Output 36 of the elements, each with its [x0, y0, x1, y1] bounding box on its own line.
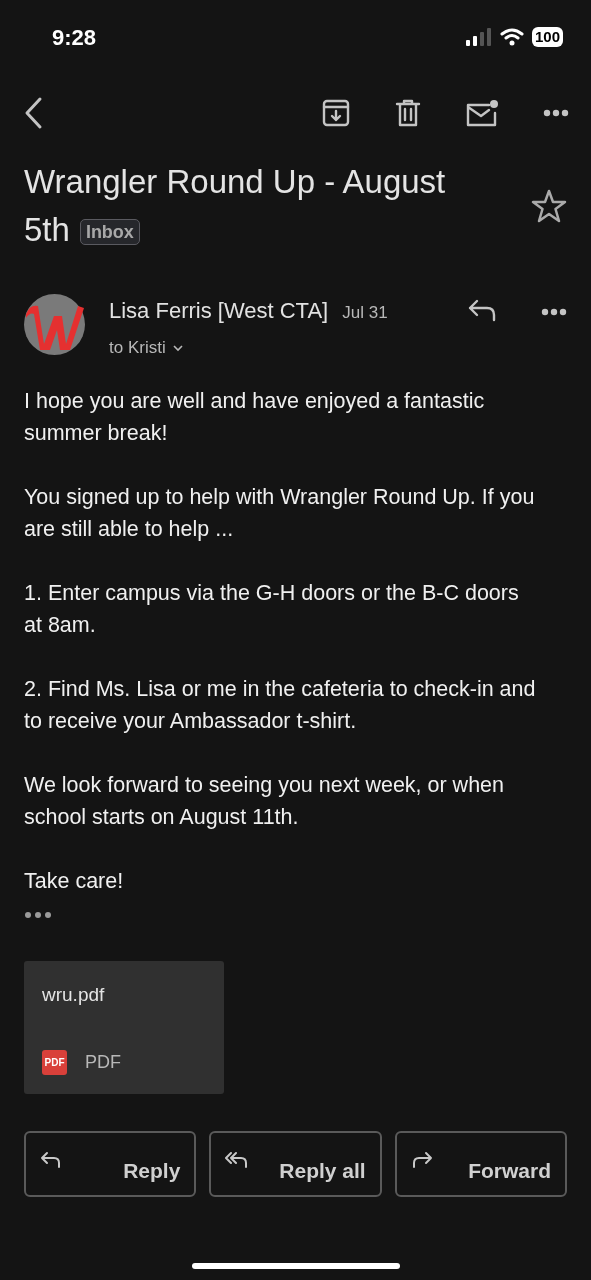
- action-button[interactable]: Reply all: [209, 1130, 382, 1197]
- email-date: Jul 31: [342, 302, 388, 324]
- reply-icon[interactable]: [467, 298, 497, 322]
- attachment-type: PDF: [85, 1050, 121, 1074]
- more-icon[interactable]: [543, 109, 569, 117]
- email-paragraph: 1. Enter campus via the G-H doors or the B-C doors at 8am.: [24, 579, 520, 639]
- action-button[interactable]: Forward: [394, 1130, 567, 1197]
- reply-all-icon: [225, 1150, 250, 1169]
- recipient-toggle[interactable]: to Kristi: [109, 335, 184, 361]
- email-paragraph: Take care!: [24, 867, 125, 895]
- email-subject: 5th: [24, 211, 70, 248]
- wifi-icon: [499, 28, 524, 46]
- sender-avatar: [24, 294, 85, 355]
- more-icon[interactable]: [541, 308, 567, 316]
- trash-icon[interactable]: [395, 98, 421, 128]
- forward-icon: [410, 1150, 433, 1169]
- chevron-down-icon: [171, 343, 184, 352]
- inbox-label[interactable]: Inbox: [79, 219, 140, 246]
- email-paragraph: You signed up to help with Wrangler Round Up. If you are still able to help ...: [24, 483, 536, 543]
- action-button[interactable]: Reply: [24, 1130, 197, 1197]
- email-subject: Wrangler Round Up - August: [24, 162, 446, 202]
- email-paragraph: We look forward to seeing you next week, or when school starts on August 11th.: [24, 771, 506, 831]
- archive-icon[interactable]: [321, 98, 351, 128]
- status-time: 9:28: [52, 23, 97, 52]
- email-paragraph: 2. Find Ms. Lisa or me in the cafeteria to check-in and to receive your Ambassador t-shirt.: [24, 675, 537, 735]
- trimmed-content-icon[interactable]: [24, 910, 52, 919]
- signal-icon: [465, 28, 492, 46]
- pdf-icon: PDF: [42, 1049, 67, 1075]
- attachment-card[interactable]: wru.pdf PDF PDF: [24, 960, 224, 1094]
- battery-indicator: 100: [531, 27, 563, 47]
- star-icon[interactable]: [531, 188, 567, 224]
- reply-icon: [40, 1150, 62, 1169]
- email-paragraph: I hope you are well and have enjoyed a fantastic summer break!: [24, 387, 486, 447]
- sender-name: Lisa Ferris [West CTA]: [109, 297, 329, 325]
- attachment-name: wru.pdf: [42, 982, 106, 1007]
- mail-unread-icon[interactable]: [465, 98, 499, 128]
